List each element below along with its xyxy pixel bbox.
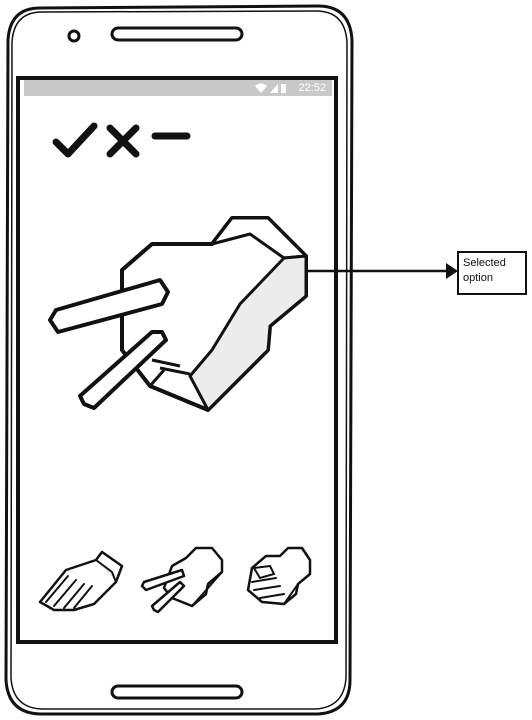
minus-icon	[151, 132, 191, 140]
status-icons	[255, 83, 286, 93]
paper-hand-icon[interactable]	[36, 542, 128, 616]
scissors-hand-icon[interactable]	[136, 542, 228, 616]
callout-line-1: Selected	[463, 257, 506, 269]
cross-icon	[106, 124, 140, 158]
status-bar: 22:52	[24, 80, 332, 96]
check-icon	[52, 122, 98, 158]
battery-icon	[281, 84, 286, 93]
scissors-hand-icon	[48, 216, 308, 412]
rock-hand-icon[interactable]	[240, 542, 316, 616]
callout-note: Selected option	[457, 251, 527, 295]
callout-arrow	[306, 263, 458, 279]
signal-icon	[270, 84, 278, 93]
status-time: 22:52	[298, 82, 326, 94]
wifi-icon	[255, 83, 267, 93]
callout-line-2: option	[463, 272, 493, 284]
